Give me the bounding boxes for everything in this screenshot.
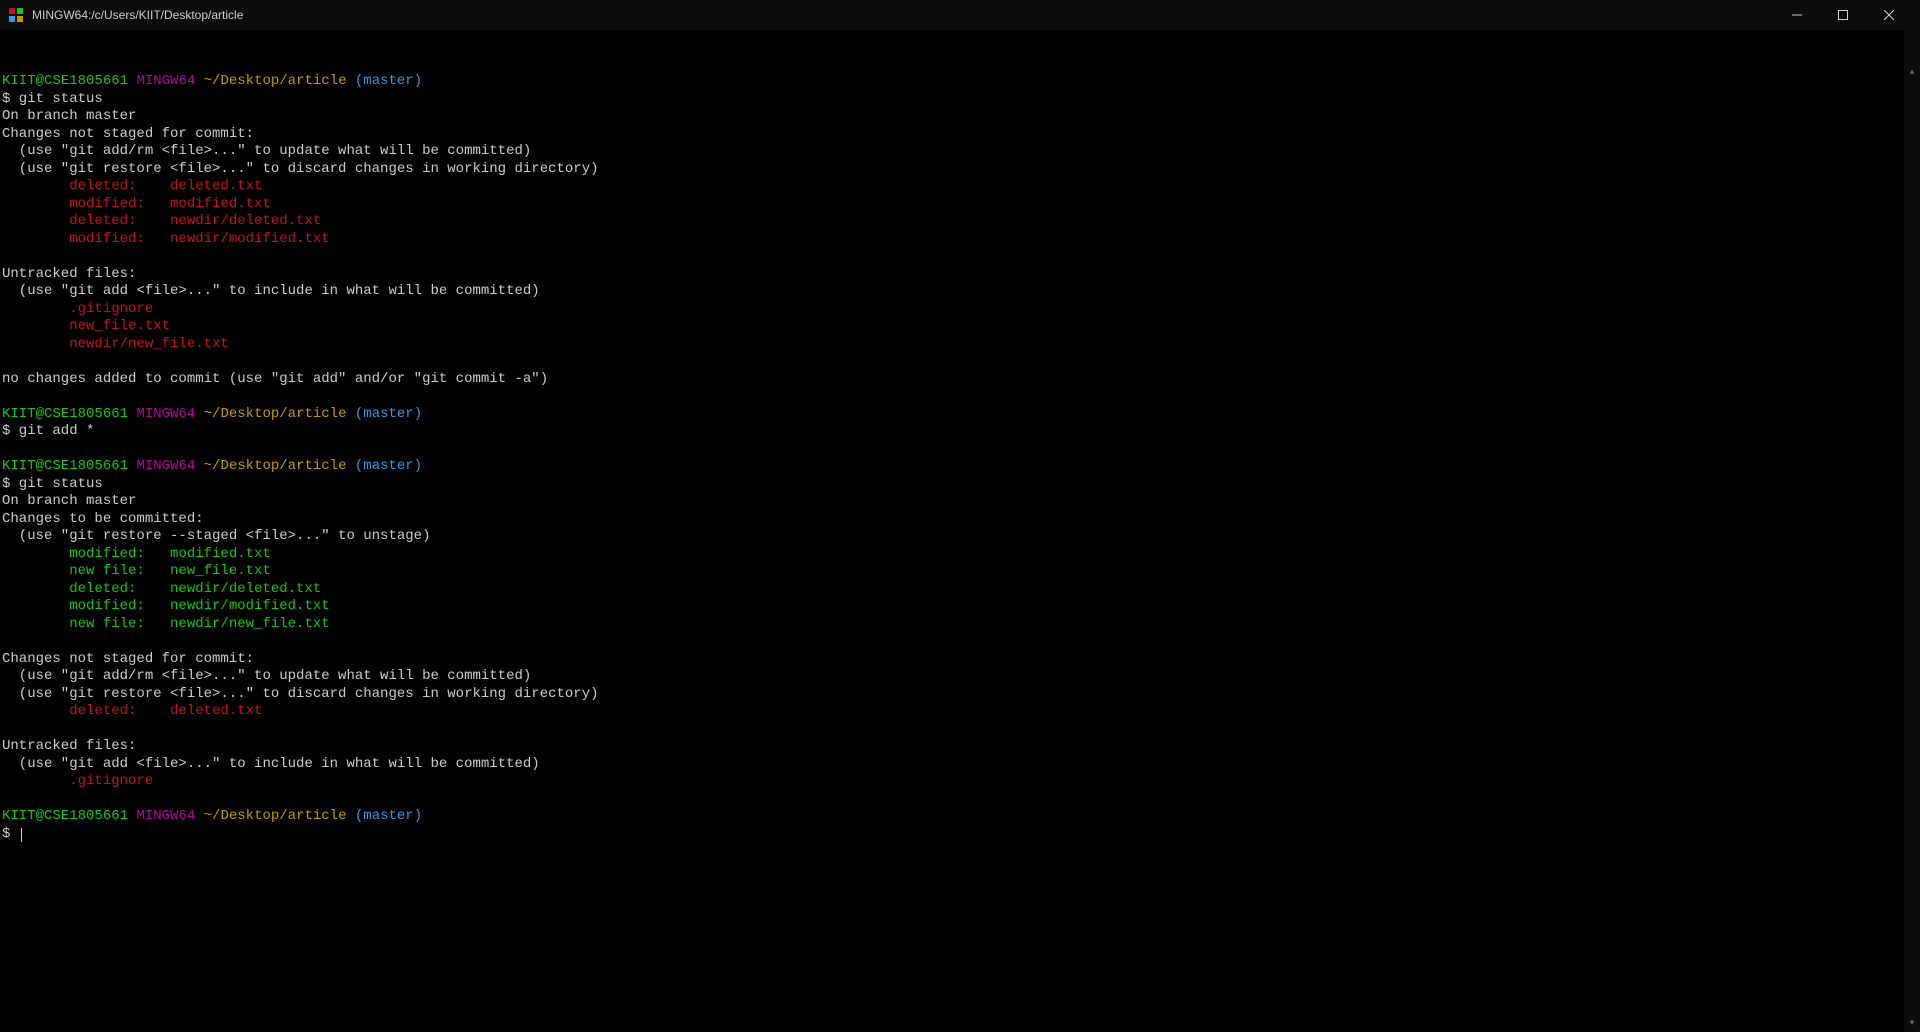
staged-entry: new file: new_file.txt xyxy=(0,563,1920,581)
unstaged-entry: deleted: deleted.txt xyxy=(0,178,1920,196)
cursor xyxy=(21,828,22,842)
prompt-line: KIIT@CSE1805661 MINGW64 ~/Desktop/articl… xyxy=(0,458,1920,476)
window-title: MINGW64:/c/Users/KIIT/Desktop/article xyxy=(32,8,1774,23)
window-controls xyxy=(1774,0,1912,30)
maximize-button[interactable] xyxy=(1820,0,1866,30)
untracked-entry: .gitignore xyxy=(0,773,1920,791)
scroll-down-icon[interactable]: ▼ xyxy=(1904,1016,1920,1032)
app-icon xyxy=(8,7,24,23)
window-titlebar: MINGW64:/c/Users/KIIT/Desktop/article xyxy=(0,0,1920,30)
untracked-entry: new_file.txt xyxy=(0,318,1920,336)
unstaged-entry: modified: modified.txt xyxy=(0,196,1920,214)
close-button[interactable] xyxy=(1866,0,1912,30)
prompt-line: KIIT@CSE1805661 MINGW64 ~/Desktop/articl… xyxy=(0,406,1920,424)
staged-entry: modified: newdir/modified.txt xyxy=(0,598,1920,616)
unstaged-entry: deleted: deleted.txt xyxy=(0,703,1920,721)
untracked-entry: newdir/new_file.txt xyxy=(0,336,1920,354)
command-line: $ git add * xyxy=(0,423,1920,441)
command-line: $ git status xyxy=(0,91,1920,109)
command-line: $ git status xyxy=(0,476,1920,494)
prompt-line: KIIT@CSE1805661 MINGW64 ~/Desktop/articl… xyxy=(0,808,1920,826)
unstaged-entry: modified: newdir/modified.txt xyxy=(0,231,1920,249)
staged-entry: new file: newdir/new_file.txt xyxy=(0,616,1920,634)
prompt-line: KIIT@CSE1805661 MINGW64 ~/Desktop/articl… xyxy=(0,73,1920,91)
scroll-up-icon[interactable]: ▲ xyxy=(1904,65,1920,81)
untracked-entry: .gitignore xyxy=(0,301,1920,319)
minimize-button[interactable] xyxy=(1774,0,1820,30)
unstaged-entry: deleted: newdir/deleted.txt xyxy=(0,213,1920,231)
scrollbar[interactable]: ▲ ▼ xyxy=(1904,30,1920,1032)
staged-entry: deleted: newdir/deleted.txt xyxy=(0,581,1920,599)
staged-entry: modified: modified.txt xyxy=(0,546,1920,564)
terminal-output[interactable]: KIIT@CSE1805661 MINGW64 ~/Desktop/articl… xyxy=(0,30,1920,1032)
input-line[interactable]: $ xyxy=(0,826,1920,844)
